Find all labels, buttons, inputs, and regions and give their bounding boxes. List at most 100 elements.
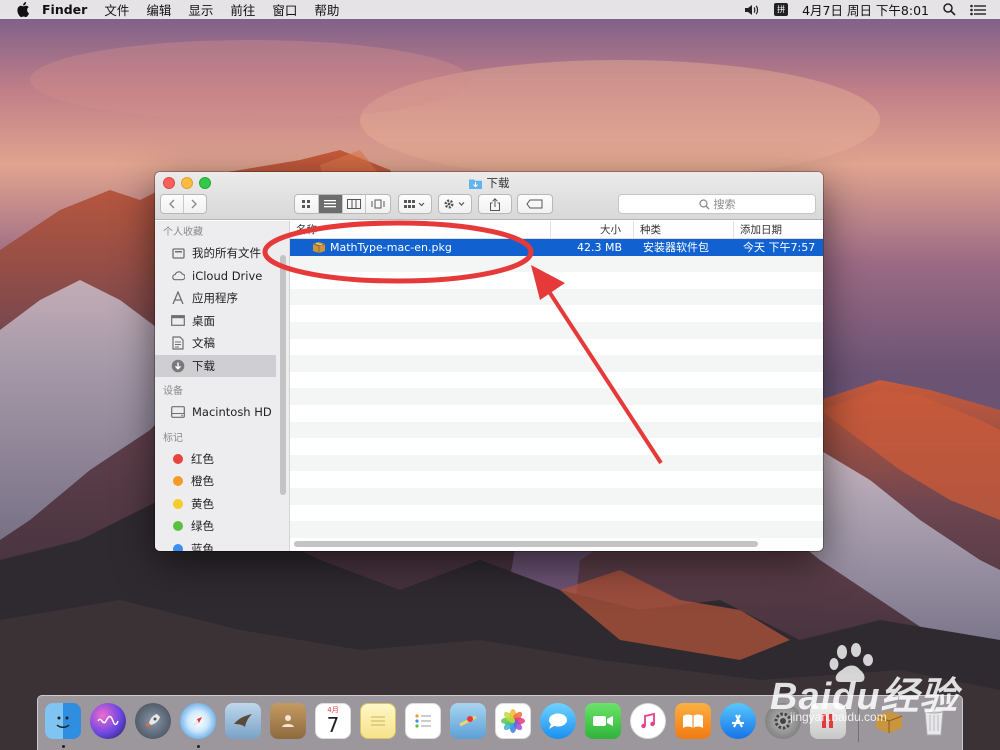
sidebar-item-all-my-files[interactable]: 我的所有文件 — [155, 242, 289, 265]
chevron-left-icon — [169, 199, 175, 209]
chevron-right-icon — [191, 199, 198, 209]
search-field[interactable]: 搜索 — [618, 194, 816, 214]
column-header-size[interactable]: 大小 — [551, 221, 634, 238]
nav-back-forward — [160, 194, 207, 214]
mail-stamp-dock-icon[interactable] — [225, 703, 261, 739]
tag-color-dot — [173, 476, 183, 487]
safari-dock-icon[interactable] — [180, 703, 216, 739]
sidebar-item-label: 红色 — [191, 451, 214, 466]
empty-row — [290, 321, 823, 339]
column-header-date-added[interactable]: 添加日期 — [734, 221, 822, 238]
group-by-button[interactable] — [398, 194, 432, 214]
calendar-dock-icon[interactable]: 4月 7 — [315, 703, 351, 739]
empty-row — [290, 454, 823, 472]
video-camera-icon — [593, 716, 613, 726]
column-header-kind[interactable]: 种类 — [634, 221, 734, 238]
app-store-a-icon — [732, 714, 744, 728]
map-pin-icon — [459, 715, 477, 727]
search-placeholder: 搜索 — [713, 198, 736, 211]
forward-button[interactable] — [184, 195, 206, 213]
list-view-button[interactable] — [318, 195, 343, 213]
notes-dock-icon[interactable] — [360, 703, 396, 739]
sidebar-header-devices: 设备 — [163, 386, 183, 397]
empty-row — [290, 339, 823, 356]
documents-icon — [171, 336, 185, 350]
icon-view-button[interactable] — [295, 195, 319, 213]
notes-lines-icon — [371, 716, 385, 726]
empty-row — [290, 255, 823, 273]
edit-tags-button[interactable] — [517, 194, 553, 214]
menu-bar: Finder 文件 编辑 显示 前往 窗口 帮助 拼 4月7日 周日 下午8:0… — [0, 0, 1000, 19]
sidebar-tag-blue[interactable]: 蓝色 — [155, 538, 289, 551]
empty-row — [290, 405, 823, 422]
sidebar-item-downloads[interactable]: 下载 — [155, 354, 276, 377]
siri-dock-icon[interactable] — [90, 703, 126, 739]
tag-color-dot — [173, 543, 183, 551]
menu-window[interactable]: 窗口 — [272, 0, 297, 19]
messages-dock-icon[interactable] — [540, 703, 576, 739]
menu-help[interactable]: 帮助 — [314, 0, 339, 19]
download-circle-icon — [171, 359, 185, 373]
menu-go[interactable]: 前往 — [230, 0, 255, 19]
file-size: 42.3 MB — [576, 240, 622, 254]
eagle-icon — [234, 714, 252, 727]
sidebar-tag-orange[interactable]: 橙色 — [155, 470, 289, 493]
maps-dock-icon[interactable] — [450, 703, 486, 739]
sidebar-scrollbar[interactable] — [280, 255, 286, 495]
horizontal-scrollbar[interactable] — [294, 541, 758, 547]
sidebar-header-tags: 标记 — [163, 432, 183, 444]
sidebar-item-icloud-drive[interactable]: iCloud Drive — [155, 265, 289, 288]
file-rows: MathType-mac-en.pkg 42.3 MB 安装器软件包 今天 下午… — [290, 239, 823, 538]
sidebar-item-desktop[interactable]: 桌面 — [155, 310, 289, 333]
tag-color-dot — [173, 498, 183, 509]
sidebar-item-label: 黄色 — [191, 496, 214, 511]
facetime-dock-icon[interactable] — [585, 703, 621, 739]
window-body: 个人收藏 我的所有文件 iCloud Drive 应用程序 桌面 文稿 下载 设… — [155, 221, 823, 551]
sidebar-item-label: 我的所有文件 — [192, 246, 261, 261]
volume-icon[interactable] — [744, 4, 760, 16]
grid-icon — [302, 200, 311, 208]
input-method-icon[interactable]: 拼 — [774, 3, 789, 16]
speech-bubble-icon — [549, 713, 567, 729]
finder-face-icon — [56, 716, 70, 728]
finder-dock-icon[interactable] — [45, 703, 81, 739]
sidebar-item-documents[interactable]: 文稿 — [155, 332, 289, 355]
contact-person-icon — [282, 715, 294, 727]
back-button[interactable] — [161, 195, 184, 213]
sidebar-item-applications[interactable]: 应用程序 — [155, 287, 289, 310]
sidebar-item-label: Macintosh HD — [192, 405, 272, 420]
file-name: MathType-mac-en.pkg — [330, 240, 452, 254]
sidebar-item-label: iCloud Drive — [192, 268, 263, 283]
menu-app-name[interactable]: Finder — [42, 2, 87, 17]
notification-center-icon[interactable] — [970, 4, 986, 16]
photos-flower-icon — [501, 709, 525, 733]
sidebar-tag-red[interactable]: 红色 — [155, 448, 289, 471]
column-header-name[interactable]: 名称 — [290, 221, 551, 238]
contacts-dock-icon[interactable] — [270, 703, 306, 739]
share-button[interactable] — [478, 194, 512, 214]
action-menu-button[interactable] — [438, 194, 472, 214]
itunes-dock-icon[interactable] — [630, 703, 666, 739]
ibooks-dock-icon[interactable] — [675, 703, 711, 739]
reminders-dock-icon[interactable] — [405, 703, 441, 739]
empty-row — [290, 288, 823, 306]
cover-flow-button[interactable] — [366, 195, 390, 213]
file-row-mathtype[interactable]: MathType-mac-en.pkg 42.3 MB 安装器软件包 今天 下午… — [290, 239, 823, 256]
apple-logo-icon[interactable] — [16, 2, 30, 17]
app-store-dock-icon[interactable] — [720, 703, 756, 739]
menu-edit[interactable]: 编辑 — [146, 0, 171, 19]
sidebar-item-label: 文稿 — [192, 336, 215, 351]
launchpad-dock-icon[interactable] — [135, 703, 171, 739]
spotlight-search-icon[interactable] — [943, 3, 956, 16]
menu-view[interactable]: 显示 — [188, 0, 213, 19]
photos-dock-icon[interactable] — [495, 703, 531, 739]
running-indicator — [197, 745, 200, 748]
menu-clock[interactable]: 4月7日 周日 下午8:01 — [802, 0, 929, 19]
sidebar-item-label: 橙色 — [191, 474, 214, 489]
sidebar-tag-yellow[interactable]: 黄色 — [155, 493, 289, 516]
column-view-button[interactable] — [343, 195, 367, 213]
sidebar-tag-green[interactable]: 绿色 — [155, 515, 289, 538]
menu-file[interactable]: 文件 — [104, 0, 129, 19]
sidebar-item-macintosh-hd[interactable]: Macintosh HD — [155, 401, 289, 424]
window-title: 下载 — [155, 175, 823, 191]
